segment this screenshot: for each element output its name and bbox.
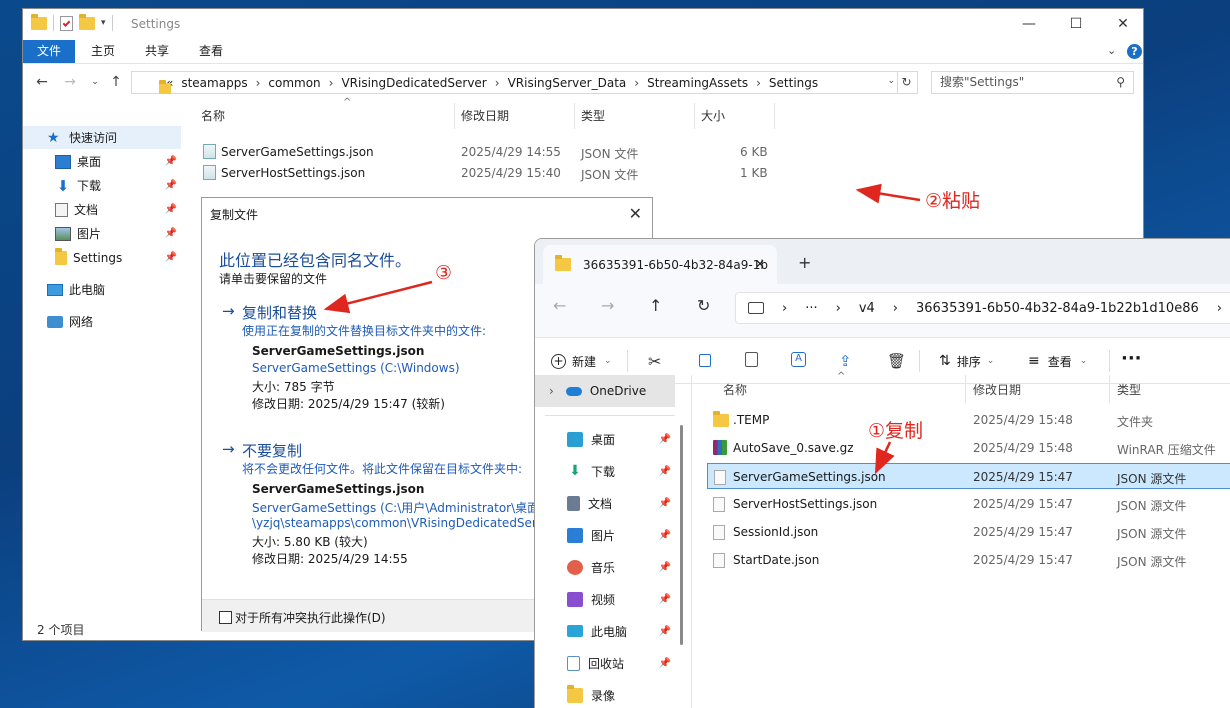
arrow-copy (874, 441, 895, 475)
arrow-replace (323, 280, 433, 314)
annotation-arrows (323, 183, 921, 475)
arrow-paste (855, 183, 921, 204)
